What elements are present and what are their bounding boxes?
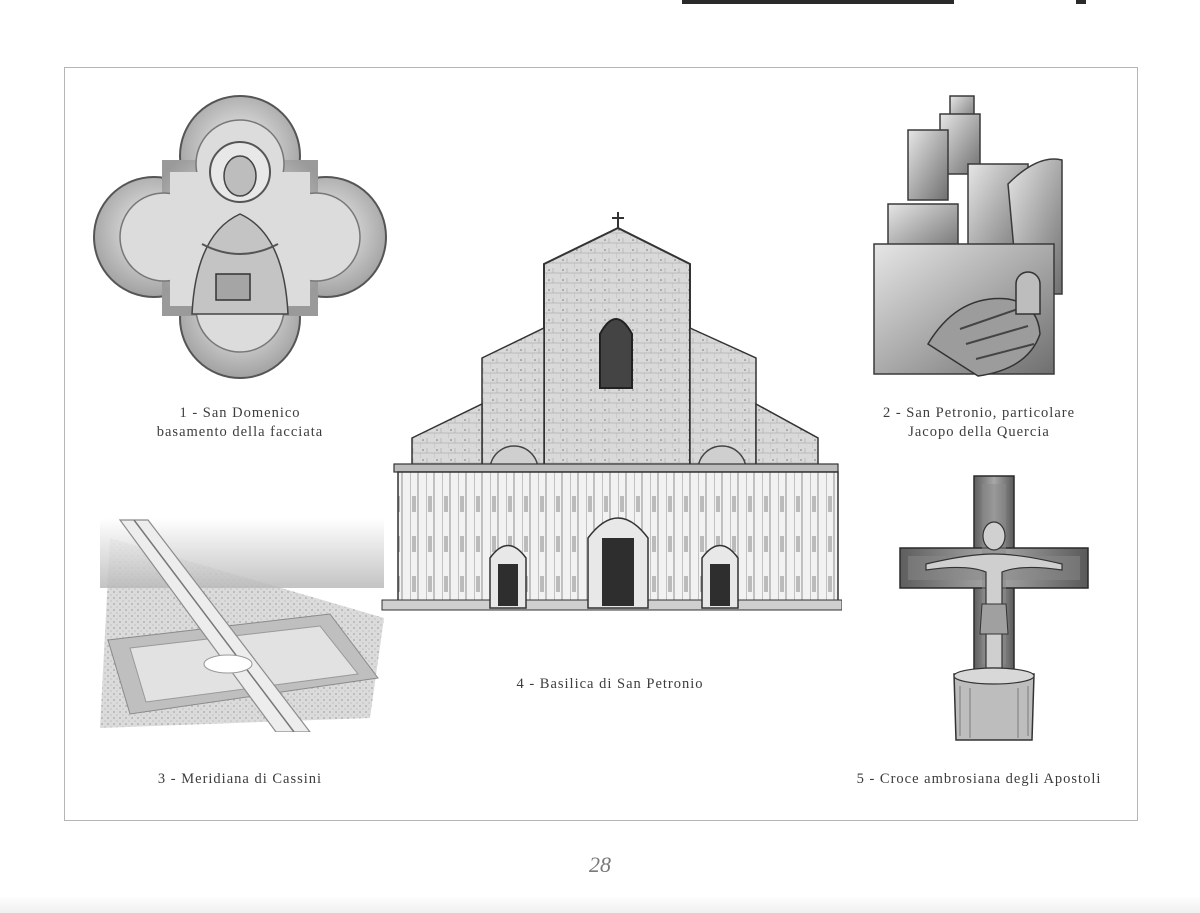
figure-caption-2: 2 - San Petronio, particolare Jacopo del… — [844, 404, 1114, 442]
figure-caption-3-line-1: 3 - Meridiana di Cassini — [157, 771, 323, 787]
figure-caption-5-line-1: 5 - Croce ambrosiana degli Apostoli — [856, 771, 1102, 787]
page-number: 28 — [589, 852, 611, 877]
top-edge-mark-small — [1076, 0, 1086, 4]
top-edge-mark — [682, 0, 954, 4]
figure-caption-4-line-1: 4 - Basilica di San Petronio — [516, 676, 704, 692]
meridian-line-icon — [100, 518, 384, 732]
figure-caption-1-line-1: 1 - San Domenico — [179, 405, 301, 421]
crucifix-cross-icon — [899, 475, 1089, 741]
bottom-edge-shade — [0, 895, 1200, 913]
figure-caption-5: 5 - Croce ambrosiana degli Apostoli — [824, 770, 1134, 789]
sculpted-hands-icon — [873, 95, 1063, 377]
figure-caption-4: 4 - Basilica di San Petronio — [440, 675, 780, 694]
basilica-facade-icon — [381, 212, 842, 611]
figure-caption-2-line-1: 2 - San Petronio, particolare — [882, 405, 1076, 421]
figure-caption-3: 3 - Meridiana di Cassini — [130, 770, 350, 789]
quatrefoil-relief-icon — [93, 95, 387, 379]
figure-caption-2-line-2: Jacopo della Quercia — [908, 424, 1050, 440]
figure-caption-1-line-2: basamento della facciata — [156, 424, 324, 440]
figure-caption-1: 1 - San Domenico basamento della facciat… — [140, 404, 340, 442]
